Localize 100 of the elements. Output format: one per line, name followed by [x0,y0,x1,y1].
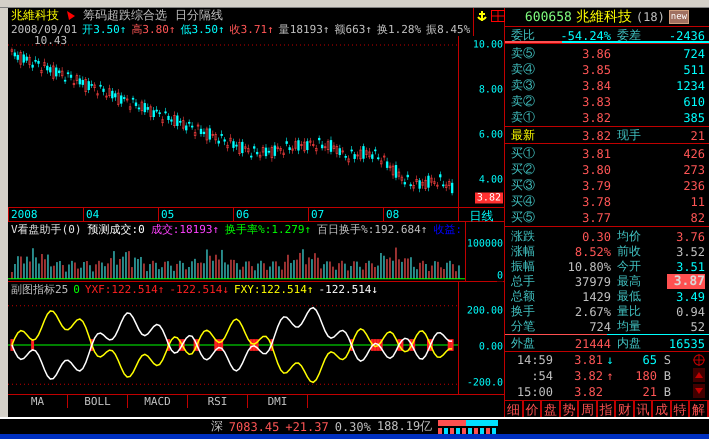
ask-volume: 511 [682,62,705,76]
tick-price: 3.81 [573,353,603,367]
date-label: 08 [383,208,458,221]
axis-label: 10.00 [472,39,503,50]
tick-time: 15:00 [516,385,553,399]
ask-label: 卖① [511,109,536,126]
panel-tab[interactable]: 盘 [542,401,561,417]
stat-label: 分笔 [511,318,536,335]
quote-value: 量18193↑ [278,22,330,36]
scroll-up-icon[interactable] [693,368,705,382]
row-label: 内盘 [616,335,642,352]
bid-label: 买③ [511,177,536,194]
ask-volume: 385 [682,110,705,124]
ask-label: 卖② [511,93,536,110]
scroll-down-icon[interactable] [693,384,705,398]
stat-value: 3.87 [667,274,705,289]
anchor-icon[interactable] [476,10,488,22]
ask-label: 卖③ [511,77,536,94]
stat-value: 8.52% [574,244,611,258]
stat-value: 0.30 [581,230,611,244]
panel-tab[interactable]: 解 [690,401,709,417]
tick-arrow: ↓ [605,353,615,367]
tick-time: :54 [530,369,553,383]
stat-label: 今开 [616,258,642,274]
stat-label: 总手 [511,273,536,290]
indicator-value: 0 [73,282,80,296]
row-label: 最新 [511,127,536,144]
stat-label: 均量 [616,318,642,335]
stat-label: 振幅 [511,258,536,275]
quote-value: 收3.71↑ [230,22,274,36]
bid-price: 3.79 [581,178,611,192]
axis-label: 200.00 [466,305,503,316]
stat-label: 最高 [616,273,642,290]
ask-price: 3.85 [581,62,611,76]
crosshair-icon[interactable] [693,354,705,366]
ask-label: 卖④ [511,61,536,78]
ask-price: 3.84 [581,78,611,92]
ask-price: 3.86 [581,46,611,60]
quote-value: 开3.50↑ [82,22,126,36]
period-label: 日线 [470,208,494,221]
window-layout-icon[interactable] [491,10,506,22]
axis-label: 8.00 [478,84,503,96]
stat-label: 最低 [616,288,642,305]
stock-name: 兆維科技 [576,8,632,26]
date-label: 2008 [8,208,83,221]
volume-indicator-value: 收益: [433,222,462,236]
bid-label: 买① [511,145,536,162]
ask-price: 3.82 [581,110,611,124]
tick-price: 3.82 [573,369,603,383]
latest-price: 3.82 [581,128,611,142]
panel-tab[interactable]: 讯 [634,401,654,417]
new-badge: new [668,10,690,24]
row-label: 外盘 [511,335,536,352]
bid-price: 3.80 [581,162,611,176]
panel-tab[interactable]: 指 [598,401,616,417]
panel-tab[interactable]: 细 [505,401,524,417]
bid-price: 3.77 [581,210,611,224]
panel-tab[interactable]: 特 [672,401,690,417]
axis-label: 0 [496,270,503,282]
tick-volume: 65 [642,353,657,367]
quote-value: 2008/09/01 [11,22,78,36]
panel-tab[interactable]: 周 [579,401,598,417]
ask-volume: 1234 [675,78,705,92]
quote-value: 低3.50↑ [180,22,225,36]
stat-value: 10.80% [566,260,611,274]
current-price-tag: 3.82 [474,192,503,204]
stat-label: 量比 [616,303,642,320]
bid-volume: 82 [690,210,705,224]
row-label: 委比 [511,27,536,44]
volume-indicator-value: 百日换手%:192.684↑ [317,222,428,236]
bid-volume: 426 [682,146,705,160]
axis-label: 100000 [466,238,503,250]
indicator-value: -122.514↓ [318,282,378,296]
ask-price: 3.83 [581,94,611,108]
period-label: 日分隔线 [175,6,223,24]
stat-value: 0.94 [675,304,705,318]
high-price-label: 10.43 [34,34,68,47]
bid-price: 3.78 [581,194,611,208]
index-percent: 0.30% [334,420,371,434]
volume-indicator-value: 预测成交:0 [88,222,145,236]
stat-value: 1429 [581,290,611,304]
stock-code: 600658 [524,10,572,24]
date-label: 07 [308,208,383,221]
diff-value: -2436 [668,28,705,42]
tick-arrow: ↑ [605,369,615,383]
market-breadth-drawing [438,420,498,434]
index-value: 7083.45 [228,420,280,434]
row-label: 委差 [616,27,642,44]
stat-value: 3.76 [675,230,705,244]
panel-tab[interactable]: 价 [524,401,542,417]
bid-volume: 273 [682,162,705,176]
panel-tab[interactable]: 成 [653,401,672,417]
panel-tab[interactable]: 势 [560,401,580,417]
stat-value: 3.52 [675,244,705,258]
stock-name: 兆維科技 [11,6,59,24]
indicator-value: YXF:122.514↑ [84,282,164,296]
panel-tab[interactable]: 财 [616,401,635,417]
tick-time: 14:59 [516,353,553,367]
bid-volume: 236 [682,178,705,192]
quote-value: 高3.80↑ [131,22,176,36]
